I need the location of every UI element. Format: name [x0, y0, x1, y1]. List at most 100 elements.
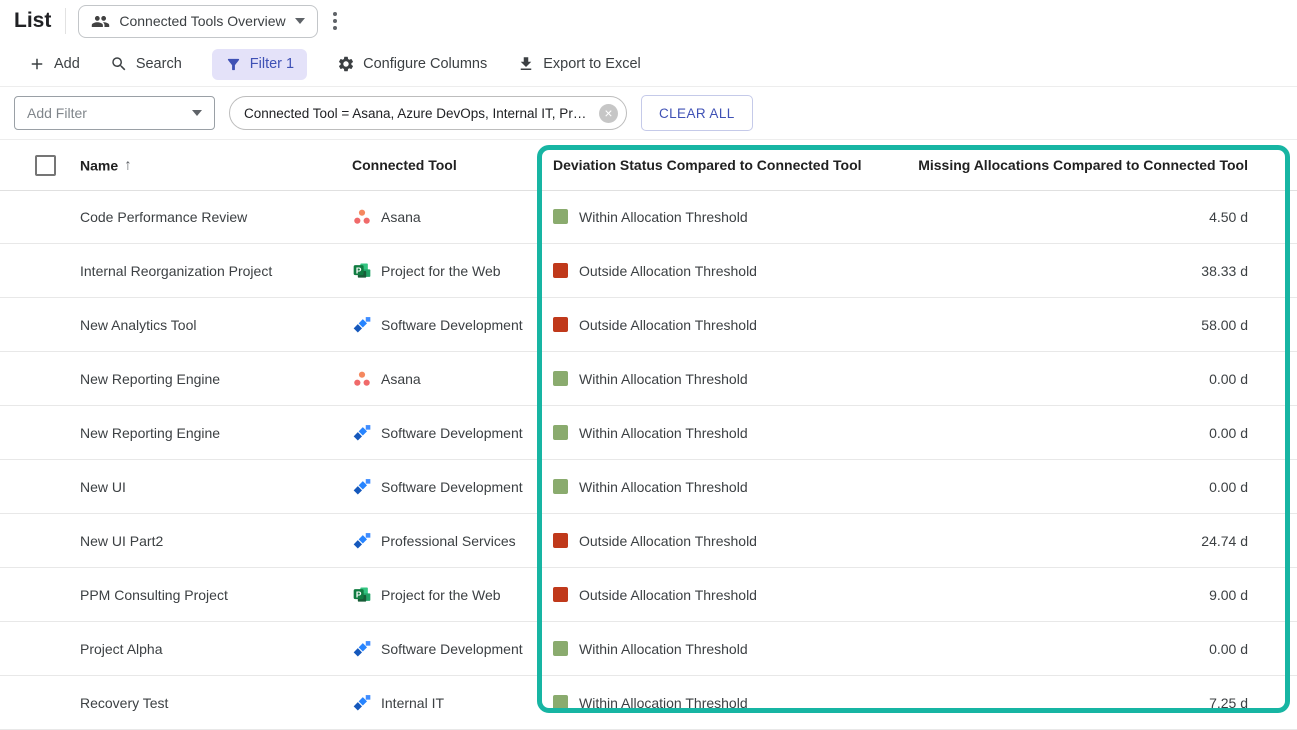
- row-name: New Reporting Engine: [80, 425, 220, 441]
- row-status-label: Within Allocation Threshold: [579, 371, 748, 387]
- row-tool-label: Internal IT: [381, 695, 444, 711]
- table-row[interactable]: New Analytics Tool Software Development …: [0, 298, 1297, 352]
- row-name: New Analytics Tool: [80, 317, 196, 333]
- row-status-swatch: [553, 209, 568, 224]
- separator-toolbar: [0, 86, 1297, 87]
- filter-button-label: Filter 1: [250, 56, 294, 72]
- svg-text:P: P: [356, 589, 362, 599]
- row-status-label: Within Allocation Threshold: [579, 641, 748, 657]
- clear-all-button[interactable]: CLEAR ALL: [641, 95, 753, 131]
- gear-icon: [337, 55, 355, 73]
- view-selector-dropdown[interactable]: Connected Tools Overview: [78, 5, 317, 38]
- title-divider: [65, 8, 66, 34]
- row-value: 7.25 d: [1209, 695, 1248, 711]
- active-filter-chip[interactable]: Connected Tool = Asana, Azure DevOps, In…: [229, 96, 627, 130]
- table-body: Code Performance Review Asana Within All…: [0, 190, 1297, 730]
- jira-icon: [352, 423, 372, 443]
- row-value: 24.74 d: [1201, 533, 1248, 549]
- table-row[interactable]: New Reporting Engine Asana Within Alloca…: [0, 352, 1297, 406]
- row-tool-label: Project for the Web: [381, 587, 501, 603]
- filter-button[interactable]: Filter 1: [212, 49, 307, 80]
- row-status-label: Outside Allocation Threshold: [579, 587, 757, 603]
- row-tool-label: Project for the Web: [381, 263, 501, 279]
- row-status-label: Outside Allocation Threshold: [579, 533, 757, 549]
- row-value: 0.00 d: [1209, 479, 1248, 495]
- page-title: List: [14, 9, 51, 33]
- configure-columns-button[interactable]: Configure Columns: [337, 55, 487, 73]
- row-name: Recovery Test: [80, 695, 168, 711]
- table-row[interactable]: Internal Reorganization Project P Projec…: [0, 244, 1297, 298]
- project-icon: P: [352, 585, 372, 605]
- row-name: New Reporting Engine: [80, 371, 220, 387]
- table-header: Name ↑ Connected Tool Deviation Status C…: [0, 140, 1297, 191]
- project-icon: P: [352, 261, 372, 281]
- people-icon: [91, 12, 110, 31]
- row-status-swatch: [553, 641, 568, 656]
- row-value: 9.00 d: [1209, 587, 1248, 603]
- column-header-name[interactable]: Name ↑: [80, 157, 132, 174]
- plus-icon: [28, 55, 46, 73]
- search-button[interactable]: Search: [110, 55, 182, 73]
- row-status-swatch: [553, 371, 568, 386]
- table-row[interactable]: PPM Consulting Project P Project for the…: [0, 568, 1297, 622]
- row-name: New UI: [80, 479, 126, 495]
- row-name: Internal Reorganization Project: [80, 263, 272, 279]
- row-status-swatch: [553, 479, 568, 494]
- svg-text:P: P: [356, 265, 362, 275]
- column-header-deviation-status[interactable]: Deviation Status Compared to Connected T…: [553, 157, 862, 173]
- row-status-swatch: [553, 695, 568, 710]
- table-row[interactable]: New UI Part2 Professional Services Outsi…: [0, 514, 1297, 568]
- jira-icon: [352, 693, 372, 713]
- table-row[interactable]: New UI Software Development Within Alloc…: [0, 460, 1297, 514]
- column-header-name-label: Name: [80, 157, 118, 173]
- row-tool-label: Asana: [381, 209, 421, 225]
- row-value: 0.00 d: [1209, 371, 1248, 387]
- add-filter-dropdown[interactable]: Add Filter: [14, 96, 215, 130]
- asana-icon: [352, 207, 372, 227]
- row-name: Code Performance Review: [80, 209, 247, 225]
- title-bar: List Connected Tools Overview: [0, 0, 1297, 42]
- row-name: New UI Part2: [80, 533, 163, 549]
- remove-filter-icon[interactable]: ×: [599, 104, 618, 123]
- row-status-label: Outside Allocation Threshold: [579, 263, 757, 279]
- search-button-label: Search: [136, 56, 182, 72]
- row-value: 38.33 d: [1201, 263, 1248, 279]
- column-header-missing-allocations[interactable]: Missing Allocations Compared to Connecte…: [918, 157, 1248, 173]
- row-status-label: Within Allocation Threshold: [579, 695, 748, 711]
- table-row[interactable]: New Reporting Engine Software Developmen…: [0, 406, 1297, 460]
- jira-icon: [352, 477, 372, 497]
- table-row[interactable]: Project Alpha Software Development Withi…: [0, 622, 1297, 676]
- column-header-connected-tool[interactable]: Connected Tool: [352, 157, 457, 173]
- toolbar: Add Search Filter 1 Configure Columns Ex…: [0, 46, 641, 82]
- row-value: 0.00 d: [1209, 425, 1248, 441]
- row-tool-label: Software Development: [381, 425, 523, 441]
- row-status-label: Within Allocation Threshold: [579, 209, 748, 225]
- row-value: 0.00 d: [1209, 641, 1248, 657]
- table-row[interactable]: Code Performance Review Asana Within All…: [0, 190, 1297, 244]
- configure-columns-label: Configure Columns: [363, 56, 487, 72]
- select-all-checkbox[interactable]: [35, 155, 56, 176]
- filter-bar: Add Filter Connected Tool = Asana, Azure…: [14, 95, 753, 131]
- row-status-label: Outside Allocation Threshold: [579, 317, 757, 333]
- chevron-down-icon: [192, 110, 202, 116]
- export-to-excel-label: Export to Excel: [543, 56, 641, 72]
- row-tool-label: Professional Services: [381, 533, 516, 549]
- row-name: Project Alpha: [80, 641, 163, 657]
- row-status-swatch: [553, 587, 568, 602]
- row-status-label: Within Allocation Threshold: [579, 479, 748, 495]
- row-tool-label: Asana: [381, 371, 421, 387]
- row-tool-label: Software Development: [381, 317, 523, 333]
- row-status-swatch: [553, 425, 568, 440]
- row-tool-label: Software Development: [381, 641, 523, 657]
- add-button[interactable]: Add: [28, 55, 80, 73]
- row-value: 4.50 d: [1209, 209, 1248, 225]
- active-filter-chip-text: Connected Tool = Asana, Azure DevOps, In…: [244, 106, 589, 121]
- asana-icon: [352, 369, 372, 389]
- download-icon: [517, 55, 535, 73]
- export-to-excel-button[interactable]: Export to Excel: [517, 55, 641, 73]
- view-selector-label: Connected Tools Overview: [119, 13, 285, 29]
- add-button-label: Add: [54, 56, 80, 72]
- row-status-swatch: [553, 317, 568, 332]
- more-options-button[interactable]: [324, 7, 346, 35]
- filter-icon: [225, 56, 242, 73]
